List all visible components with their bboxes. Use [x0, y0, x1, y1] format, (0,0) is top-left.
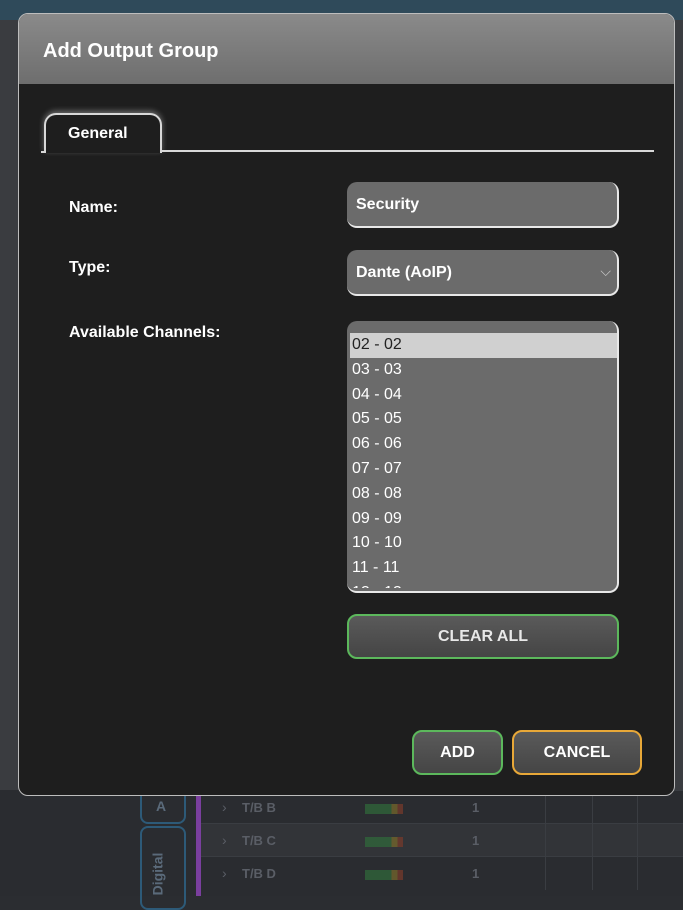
list-item[interactable]: 07 - 07: [350, 457, 617, 482]
add-output-group-dialog: Add Output Group General Name: Security …: [18, 13, 675, 796]
tab-general-label: General: [68, 125, 128, 142]
chevron-down-icon: ⌵: [600, 263, 611, 279]
chevron-right-icon: ›: [222, 799, 227, 815]
add-button[interactable]: ADD: [412, 730, 503, 775]
level-meter: [365, 837, 403, 847]
row-label: T/B C: [242, 833, 276, 848]
list-item[interactable]: 11 - 11: [350, 556, 617, 581]
list-item[interactable]: 02 - 02: [350, 333, 617, 358]
name-input[interactable]: Security: [347, 182, 619, 228]
table-row: › T/B D 1: [200, 856, 683, 890]
type-select-value: Dante (AoIP): [356, 264, 452, 281]
group-color-bar: [196, 790, 201, 896]
row-value: 1: [472, 833, 480, 848]
list-item[interactable]: 10 - 10: [350, 531, 617, 556]
list-item[interactable]: 09 - 09: [350, 507, 617, 532]
list-item[interactable]: 05 - 05: [350, 407, 617, 432]
row-value: 1: [472, 866, 480, 881]
row-label: T/B D: [242, 866, 276, 881]
tab-divider: [41, 151, 44, 153]
tab-general[interactable]: General: [44, 113, 162, 153]
channel-list-items: 02 - 02 03 - 03 04 - 04 05 - 05 06 - 06 07 - …: [350, 333, 617, 588]
list-item[interactable]: 03 - 03: [350, 358, 617, 383]
dialog-title: Add Output Group: [43, 40, 219, 62]
name-label: Name:: [69, 199, 118, 216]
list-item[interactable]: 08 - 08: [350, 482, 617, 507]
type-label: Type:: [69, 259, 111, 276]
chevron-right-icon: ›: [222, 832, 227, 848]
row-value: 1: [472, 800, 480, 815]
side-tab-digital: Digital: [140, 826, 186, 910]
list-item[interactable]: 12 - 12: [350, 581, 617, 588]
list-item[interactable]: 04 - 04: [350, 383, 617, 408]
clear-all-button[interactable]: CLEAR ALL: [347, 614, 619, 659]
background-channel-table: › T/B B 1 › T/B C 1 › T/B D 1: [0, 790, 683, 896]
name-input-value: Security: [356, 196, 420, 213]
table-row: › T/B C 1: [200, 823, 683, 857]
row-label: T/B B: [242, 800, 276, 815]
available-channels-label: Available Channels:: [69, 324, 221, 341]
tab-divider: [162, 150, 654, 152]
level-meter: [365, 804, 403, 814]
available-channels-list[interactable]: 02 - 02 03 - 03 04 - 04 05 - 05 06 - 06 07 - …: [347, 321, 619, 593]
level-meter: [365, 870, 403, 880]
chevron-right-icon: ›: [222, 865, 227, 881]
cancel-button[interactable]: CANCEL: [512, 730, 642, 775]
type-select[interactable]: Dante (AoIP) ⌵: [347, 250, 619, 296]
dialog-title-bar: Add Output Group: [19, 14, 674, 84]
list-item[interactable]: 06 - 06: [350, 432, 617, 457]
